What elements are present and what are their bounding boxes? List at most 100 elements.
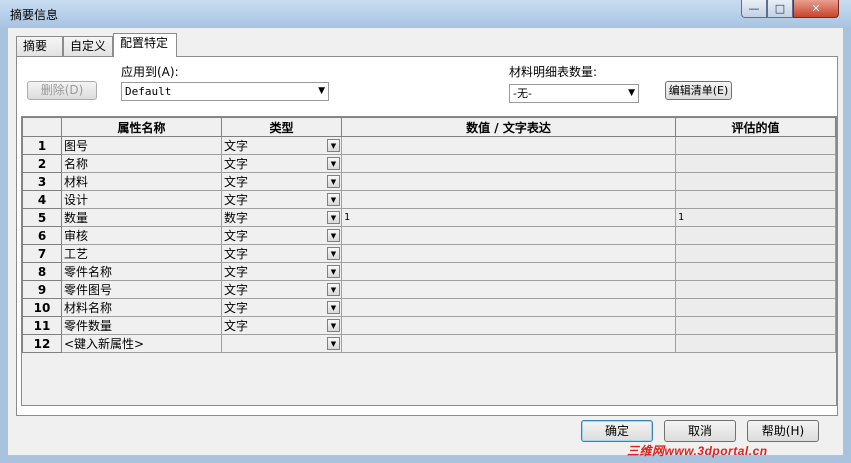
bom-quantity-value: -无- — [513, 87, 532, 100]
ok-button[interactable]: 确定 — [581, 420, 653, 442]
row-number[interactable]: 6 — [22, 226, 62, 245]
tab-custom[interactable]: 自定义 — [63, 36, 113, 56]
table-row[interactable]: 7 工艺 文字 ▼ — [22, 244, 836, 263]
property-name-cell[interactable]: 零件数量 — [61, 316, 222, 335]
table-row[interactable]: 8 零件名称 文字 ▼ — [22, 262, 836, 281]
property-name-cell[interactable]: 材料 — [61, 172, 222, 191]
type-cell[interactable]: 文字 ▼ — [221, 154, 342, 173]
table-row[interactable]: 9 零件图号 文字 ▼ — [22, 280, 836, 299]
apply-to-dropdown[interactable]: Default ▼ — [121, 82, 329, 101]
row-number[interactable]: 2 — [22, 154, 62, 173]
type-cell[interactable]: 文字 ▼ — [221, 280, 342, 299]
type-cell[interactable]: 文字 ▼ — [221, 226, 342, 245]
value-cell[interactable] — [341, 136, 676, 155]
table-row[interactable]: 6 审核 文字 ▼ — [22, 226, 836, 245]
property-name-cell[interactable]: <键入新属性> — [61, 334, 222, 353]
property-name-cell[interactable]: 数量 — [61, 208, 222, 227]
value-cell[interactable] — [341, 244, 676, 263]
row-number[interactable]: 11 — [22, 316, 62, 335]
corner-cell[interactable] — [22, 117, 62, 137]
table-row[interactable]: 5 数量 数字 ▼ 1 1 — [22, 208, 836, 227]
row-number[interactable]: 12 — [22, 334, 62, 353]
delete-button[interactable]: 删除(D) — [27, 81, 97, 100]
table-header-row: 属性名称 类型 数值 / 文字表达 评估的值 — [22, 117, 836, 137]
row-number[interactable]: 9 — [22, 280, 62, 299]
column-header-type[interactable]: 类型 — [221, 117, 342, 137]
chevron-down-icon[interactable]: ▼ — [327, 283, 340, 296]
table-row[interactable]: 12 <键入新属性> ▼ — [22, 334, 836, 353]
chevron-down-icon[interactable]: ▼ — [327, 157, 340, 170]
row-number[interactable]: 8 — [22, 262, 62, 281]
chevron-down-icon[interactable]: ▼ — [327, 337, 340, 350]
value-cell[interactable] — [341, 154, 676, 173]
column-header-value[interactable]: 数值 / 文字表达 — [341, 117, 676, 137]
tab-summary[interactable]: 摘要 — [16, 36, 63, 56]
table-row[interactable]: 10 材料名称 文字 ▼ — [22, 298, 836, 317]
property-name-cell[interactable]: 零件名称 — [61, 262, 222, 281]
type-cell[interactable]: ▼ — [221, 334, 342, 353]
chevron-down-icon[interactable]: ▼ — [327, 139, 340, 152]
table-row[interactable]: 2 名称 文字 ▼ — [22, 154, 836, 173]
value-cell[interactable] — [341, 226, 676, 245]
type-value: 文字 — [224, 283, 249, 297]
value-cell[interactable] — [341, 316, 676, 335]
type-value: 文字 — [224, 157, 249, 171]
evaluated-value-cell — [675, 154, 836, 173]
close-button[interactable]: ✕ — [793, 0, 839, 18]
row-number[interactable]: 5 — [22, 208, 62, 227]
column-header-property-name[interactable]: 属性名称 — [61, 117, 222, 137]
type-value: 文字 — [224, 193, 249, 207]
chevron-down-icon[interactable]: ▼ — [327, 247, 340, 260]
value-cell[interactable] — [341, 190, 676, 209]
maximize-button[interactable]: □ — [767, 0, 793, 18]
table-row[interactable]: 4 设计 文字 ▼ — [22, 190, 836, 209]
property-name-cell[interactable]: 图号 — [61, 136, 222, 155]
evaluated-value-cell — [675, 244, 836, 263]
property-name-cell[interactable]: 设计 — [61, 190, 222, 209]
property-name-cell[interactable]: 审核 — [61, 226, 222, 245]
property-name-cell[interactable]: 名称 — [61, 154, 222, 173]
table-row[interactable]: 3 材料 文字 ▼ — [22, 172, 836, 191]
chevron-down-icon[interactable]: ▼ — [327, 265, 340, 278]
value-cell[interactable] — [341, 172, 676, 191]
type-cell[interactable]: 文字 ▼ — [221, 244, 342, 263]
type-cell[interactable]: 文字 ▼ — [221, 316, 342, 335]
row-number[interactable]: 10 — [22, 298, 62, 317]
bom-quantity-dropdown[interactable]: -无- ▼ — [509, 84, 639, 103]
title-bar[interactable]: 摘要信息 — □ ✕ — [0, 0, 851, 28]
value-cell[interactable]: 1 — [341, 208, 676, 227]
minimize-button[interactable]: — — [741, 0, 767, 18]
chevron-down-icon[interactable]: ▼ — [327, 301, 340, 314]
type-cell[interactable]: 文字 ▼ — [221, 190, 342, 209]
chevron-down-icon[interactable]: ▼ — [327, 211, 340, 224]
value-cell[interactable] — [341, 334, 676, 353]
type-cell[interactable]: 文字 ▼ — [221, 262, 342, 281]
value-cell[interactable] — [341, 298, 676, 317]
type-cell[interactable]: 数字 ▼ — [221, 208, 342, 227]
chevron-down-icon[interactable]: ▼ — [327, 193, 340, 206]
row-number[interactable]: 1 — [22, 136, 62, 155]
type-cell[interactable]: 文字 ▼ — [221, 172, 342, 191]
chevron-down-icon[interactable]: ▼ — [327, 319, 340, 332]
property-name-cell[interactable]: 材料名称 — [61, 298, 222, 317]
row-number[interactable]: 4 — [22, 190, 62, 209]
type-cell[interactable]: 文字 ▼ — [221, 136, 342, 155]
table-row[interactable]: 1 图号 文字 ▼ — [22, 136, 836, 155]
tab-config-specific[interactable]: 配置特定 — [113, 33, 177, 57]
row-number[interactable]: 3 — [22, 172, 62, 191]
chevron-down-icon[interactable]: ▼ — [327, 229, 340, 242]
value-cell[interactable] — [341, 262, 676, 281]
property-name-cell[interactable]: 零件图号 — [61, 280, 222, 299]
value-cell[interactable] — [341, 280, 676, 299]
table-row[interactable]: 11 零件数量 文字 ▼ — [22, 316, 836, 335]
cancel-button[interactable]: 取消 — [664, 420, 736, 442]
column-header-evaluated[interactable]: 评估的值 — [675, 117, 836, 137]
chevron-down-icon[interactable]: ▼ — [327, 175, 340, 188]
bom-quantity-label: 材料明细表数量: — [509, 65, 598, 79]
property-name-cell[interactable]: 工艺 — [61, 244, 222, 263]
help-button[interactable]: 帮助(H) — [747, 420, 819, 442]
type-cell[interactable]: 文字 ▼ — [221, 298, 342, 317]
edit-list-button[interactable]: 编辑清单(E) — [665, 81, 732, 100]
properties-table: 属性名称 类型 数值 / 文字表达 评估的值 1 图号 文字 ▼ 2 名称 文字 ▼ 3 材料 文字… — [22, 117, 836, 353]
row-number[interactable]: 7 — [22, 244, 62, 263]
